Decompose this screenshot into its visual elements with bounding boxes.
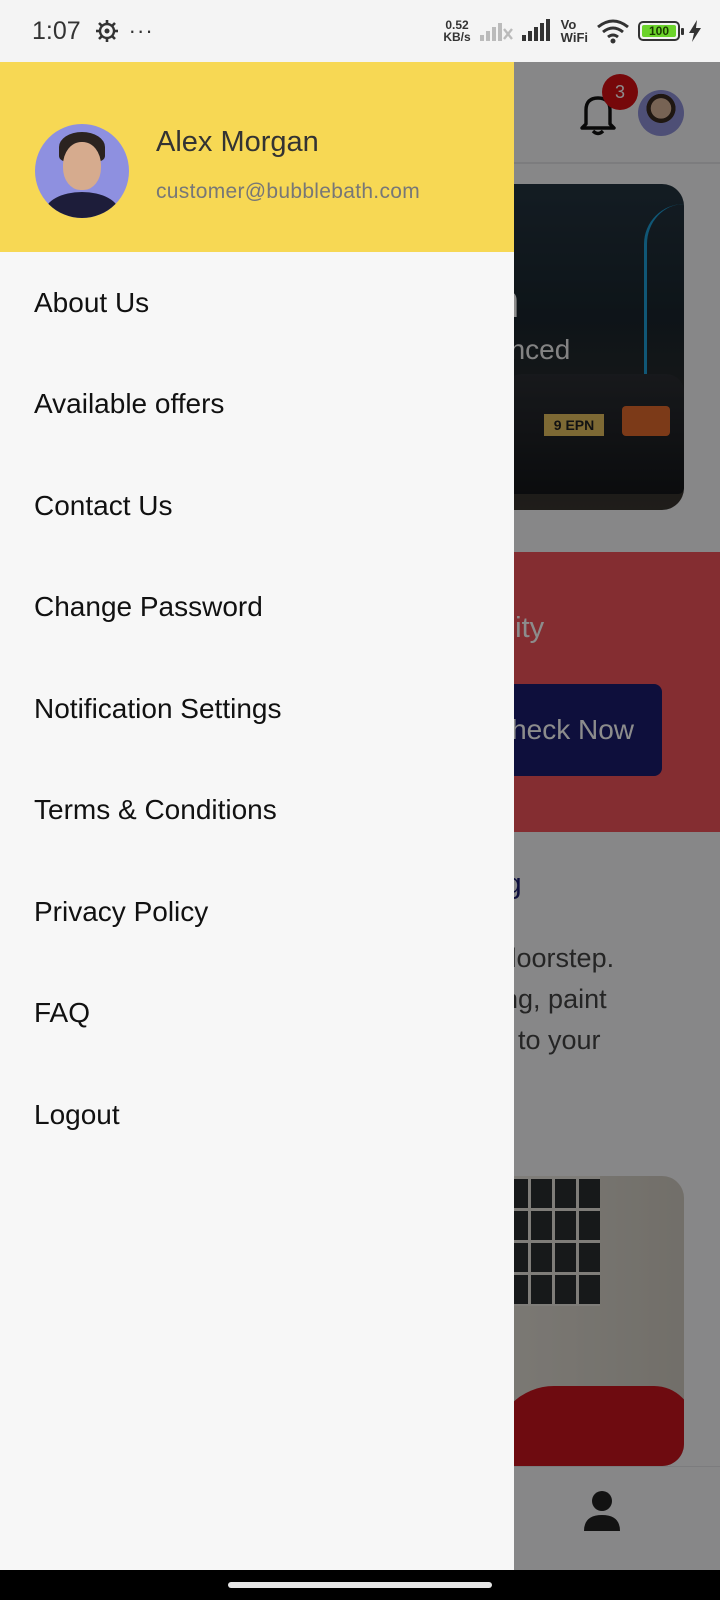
menu-item-notification-settings[interactable]: Notification Settings	[0, 658, 514, 760]
vowifi-label: Vo WiFi	[560, 17, 588, 45]
navigation-drawer: Alex Morgan customer@bubblebath.com Abou…	[0, 62, 514, 1570]
user-name: Alex Morgan	[156, 126, 319, 158]
system-nav-bar	[0, 1570, 720, 1600]
status-bar: 1:07 ··· 0.52 KB/s Vo WiFi 100	[0, 0, 720, 62]
settings-gear-icon	[95, 20, 118, 42]
menu-item-available-offers[interactable]: Available offers	[0, 354, 514, 456]
more-status-icon: ···	[128, 18, 154, 43]
home-indicator[interactable]	[228, 1582, 492, 1588]
drawer-header: Alex Morgan customer@bubblebath.com	[0, 62, 514, 252]
menu-item-about-us[interactable]: About Us	[0, 252, 514, 354]
menu-item-faq[interactable]: FAQ	[0, 963, 514, 1065]
battery-level: 100	[642, 25, 676, 37]
signal-icon	[521, 19, 550, 41]
menu-item-privacy-policy[interactable]: Privacy Policy	[0, 861, 514, 963]
network-speed: 0.52 KB/s	[443, 18, 471, 44]
user-email: customer@bubblebath.com	[156, 180, 421, 203]
status-indicators: 0.52 KB/s Vo WiFi 100	[443, 18, 702, 44]
battery-icon: 100	[638, 21, 684, 41]
menu-item-logout[interactable]: Logout	[0, 1064, 514, 1166]
menu-item-change-password[interactable]: Change Password	[0, 557, 514, 659]
menu-item-terms-conditions[interactable]: Terms & Conditions	[0, 760, 514, 862]
signal-off-icon	[479, 23, 513, 41]
charging-bolt-icon	[689, 20, 701, 42]
menu-item-contact-us[interactable]: Contact Us	[0, 455, 514, 557]
wifi-icon	[597, 19, 629, 44]
drawer-menu: About Us Available offers Contact Us Cha…	[0, 252, 514, 1166]
status-time: 1:07	[32, 16, 81, 45]
user-avatar[interactable]	[35, 124, 129, 218]
